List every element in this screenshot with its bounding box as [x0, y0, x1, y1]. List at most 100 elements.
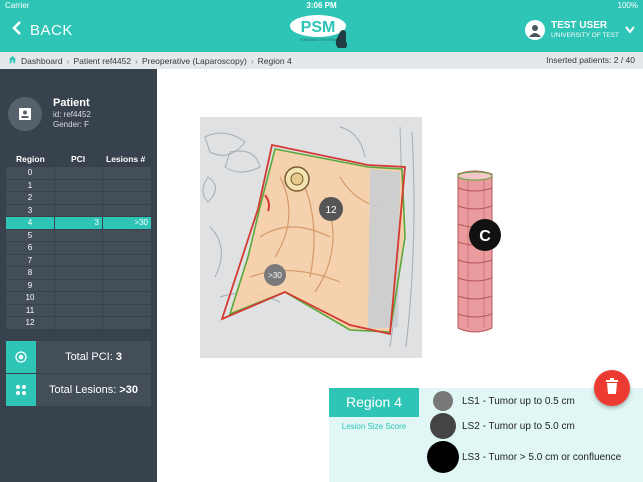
chevron-left-icon: [12, 21, 22, 39]
region-cell-pci: [55, 279, 102, 291]
total-lesions: Total Lesions: >30: [36, 384, 151, 396]
total-pci-label: Total PCI:: [65, 351, 113, 363]
region-row-7[interactable]: 7: [6, 254, 151, 266]
logo-subtext: STAGING SYSTEM: [300, 37, 335, 42]
back-label: BACK: [30, 21, 73, 39]
patient-id: id: ref4452: [53, 110, 91, 120]
region-cell-region: 0: [6, 167, 54, 179]
colon-figure[interactable]: C: [446, 168, 506, 336]
ls3-label: LS3 - Tumor > 5.0 cm or confluence: [462, 451, 622, 463]
region-cell-pci: [55, 254, 102, 266]
logo-text: PSM: [301, 19, 336, 36]
region-cell-region: 12: [6, 317, 54, 329]
region-row-10[interactable]: 10: [6, 292, 151, 304]
ls3-dot-icon: [427, 441, 459, 473]
region-cell-pci: [55, 317, 102, 329]
battery-label: 100%: [617, 1, 638, 10]
ls2-dot-icon: [430, 413, 456, 439]
region-row-6[interactable]: 6: [6, 242, 151, 254]
total-lesions-value: >30: [119, 384, 138, 396]
breadcrumb-dashboard[interactable]: Dashboard: [21, 56, 63, 66]
inserted-patients-counter: Inserted patients: 2 / 40: [546, 55, 635, 65]
region-row-12[interactable]: 12: [6, 317, 151, 329]
region-cell-lesions: [103, 179, 151, 191]
region-cell-lesions: [103, 254, 151, 266]
delete-button[interactable]: [594, 370, 630, 406]
region-cell-lesions: [103, 204, 151, 216]
region-cell-region: 1: [6, 179, 54, 191]
ls1-label: LS1 - Tumor up to 0.5 cm: [462, 395, 575, 407]
region-cell-pci: 3: [55, 217, 102, 229]
app-header: BACK PSM STAGING SYSTEM TEST USER UNIVER…: [0, 12, 643, 52]
region-cell-lesions: [103, 167, 151, 179]
status-bar: Carrier 3:06 PM 100%: [0, 0, 643, 12]
region-cell-pci: [55, 304, 102, 316]
region-cell-lesions: [103, 279, 151, 291]
region-cell-lesions: >30: [103, 217, 151, 229]
region-cell-region: 5: [6, 229, 54, 241]
clock: 3:06 PM: [306, 1, 337, 10]
user-name: TEST USER: [550, 19, 608, 31]
region-cell-lesions: [103, 292, 151, 304]
ls1-dot-icon: [433, 391, 453, 411]
breadcrumb-separator: ›: [250, 55, 254, 66]
region-row-5[interactable]: 5: [6, 229, 151, 241]
region-cell-pci: [55, 192, 102, 204]
region-cell-pci: [55, 292, 102, 304]
patient-gender: Gender: F: [53, 119, 90, 129]
ls3-option[interactable]: LS3 - Tumor > 5.0 cm or confluence: [425, 441, 621, 473]
breadcrumb-separator: ›: [66, 55, 70, 66]
user-avatar-icon: [524, 20, 545, 40]
region-cell-region: 9: [6, 279, 54, 291]
total-lesions-label: Total Lesions:: [49, 384, 117, 396]
ls2-label: LS2 - Tumor up to 5.0 cm: [462, 420, 575, 432]
breadcrumb: Dashboard › Patient ref4452 › Preoperati…: [8, 55, 292, 66]
region-row-0[interactable]: 0: [6, 167, 151, 179]
region-cell-pci: [55, 204, 102, 216]
region-cell-region: 8: [6, 267, 54, 279]
region-cell-region: 3: [6, 204, 54, 216]
home-icon[interactable]: [8, 55, 17, 66]
region-row-4[interactable]: 4 3 >30: [6, 217, 151, 229]
total-pci: Total PCI: 3: [36, 351, 151, 363]
ls1-option[interactable]: LS1 - Tumor up to 0.5 cm: [425, 391, 575, 411]
region-row-8[interactable]: 8: [6, 267, 151, 279]
region-cell-region: 2: [6, 192, 54, 204]
user-menu[interactable]: TEST USER UNIVERSITY OF TEST: [524, 19, 635, 40]
region-cell-region: 10: [6, 292, 54, 304]
breadcrumb-procedure[interactable]: Preoperative (Laparoscopy): [142, 56, 247, 66]
cluster-icon: [6, 374, 36, 406]
region-cell-lesions: [103, 229, 151, 241]
lesion-marker-30-label: >30: [268, 271, 282, 280]
ls2-option[interactable]: LS2 - Tumor up to 5.0 cm: [425, 413, 575, 439]
region-row-9[interactable]: 9: [6, 279, 151, 291]
sidebar: Patient id: ref4452 Gender: F Region PCI…: [0, 69, 157, 482]
total-lesions-panel: Total Lesions: >30: [6, 374, 151, 406]
region-cell-lesions: [103, 304, 151, 316]
breadcrumb-patient[interactable]: Patient ref4452: [73, 56, 131, 66]
breadcrumb-separator: ›: [135, 55, 138, 66]
region-cell-pci: [55, 242, 102, 254]
region-cell-lesions: [103, 317, 151, 329]
region-cell-region: 11: [6, 304, 54, 316]
region-cell-pci: [55, 267, 102, 279]
region-row-11[interactable]: 11: [6, 304, 151, 316]
lesion-size-legend: Region 4 Lesion Size Score LS1 - Tumor u…: [329, 388, 643, 482]
back-button[interactable]: BACK: [12, 21, 73, 39]
region-row-2[interactable]: 2: [6, 192, 151, 204]
region-row-3[interactable]: 3: [6, 204, 151, 216]
region-cell-region: 7: [6, 254, 54, 266]
chevron-down-icon[interactable]: [625, 21, 635, 39]
lesion-marker-12-label: 12: [325, 205, 337, 216]
trash-icon: [605, 377, 619, 399]
id-card-icon: [8, 97, 42, 131]
lesion-size-score-label: Lesion Size Score: [341, 422, 407, 431]
column-header-lesions: Lesions #: [106, 154, 146, 164]
abdominal-region-figure[interactable]: 12 >30: [200, 117, 422, 358]
user-organization: UNIVERSITY OF TEST: [550, 31, 619, 39]
region-cell-region: 4: [6, 217, 54, 229]
psm-logo: PSM STAGING SYSTEM: [290, 15, 347, 48]
column-header-pci: PCI: [71, 154, 86, 164]
region-row-1[interactable]: 1: [6, 179, 151, 191]
patient-title: Patient: [53, 97, 90, 109]
